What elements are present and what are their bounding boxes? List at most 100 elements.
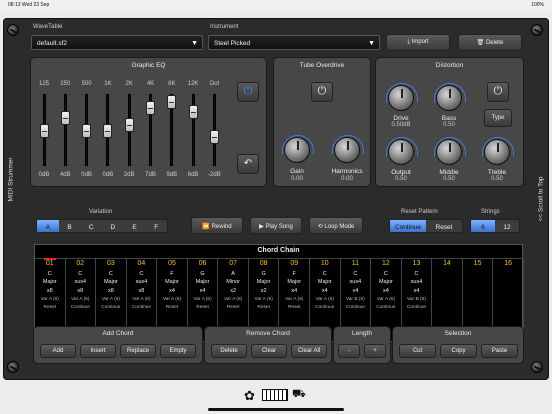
chord-len: x4 (199, 288, 206, 294)
chord-var: Var A (6) (101, 297, 121, 302)
eq-freq-label: 12K (187, 81, 199, 87)
chord-len: x8 (46, 288, 53, 294)
eq-power-button[interactable]: ⏻ (237, 82, 259, 102)
add-chord-title: Add Chord (102, 330, 134, 337)
instrument-select[interactable]: Steel Picked ▼ (208, 35, 380, 50)
chord-mode: Reset (287, 305, 301, 310)
harmonics-knob[interactable] (334, 137, 360, 163)
replace-button[interactable]: Replace (120, 344, 156, 358)
eq-slider-handle[interactable] (39, 124, 49, 138)
reset-pattern-selector[interactable]: Continue Reset (389, 219, 463, 233)
eq-gain-label: 2dB (123, 172, 135, 178)
delete-chord-button[interactable]: Delete (211, 344, 247, 358)
length-increase-button[interactable]: + (364, 344, 386, 358)
middle-value: 0.50 (443, 176, 455, 182)
variation-option[interactable]: D (102, 220, 124, 232)
distortion-power-button[interactable]: ⏻ (487, 82, 509, 102)
scroll-to-top-button[interactable]: << Scroll to Top (538, 162, 545, 221)
chord-num: 07 (229, 260, 237, 267)
empty-button[interactable]: Empty (160, 344, 196, 358)
eq-slider-handle[interactable] (60, 110, 70, 125)
cut-button[interactable]: Cut (399, 344, 436, 358)
drive-knob[interactable] (388, 85, 414, 111)
strings-label: Strings (481, 209, 500, 215)
eq-slider-handle[interactable] (188, 104, 198, 119)
guitar-icon[interactable]: ✿ (244, 388, 255, 404)
eq-gain-label: 6dB (187, 172, 199, 178)
drums-icon[interactable]: ⛟ (292, 388, 306, 402)
chord-root: C (414, 271, 419, 277)
chord-quality: sus4 (74, 279, 87, 285)
chord-len: x4 (291, 288, 298, 294)
eq-slider-handle[interactable] (124, 118, 134, 132)
chord-num: 06 (198, 260, 207, 267)
gain-knob[interactable] (284, 137, 310, 163)
variation-selector[interactable]: ABCDEF (36, 219, 168, 233)
bass-knob[interactable] (436, 85, 462, 111)
strings-option[interactable]: 6 (471, 220, 495, 232)
chord-num: 14 (443, 260, 451, 267)
clear-all-button[interactable]: Clear All (291, 344, 327, 358)
remove-chord-panel: Remove Chord Delete Clear Clear All (205, 327, 331, 363)
selection-title: Selection (444, 330, 472, 337)
variation-option[interactable]: F (145, 220, 167, 232)
reset-pattern-option[interactable]: Continue (390, 220, 426, 232)
variation-option[interactable]: A (37, 220, 59, 232)
chord-chain-title: Chord Chain (257, 247, 300, 254)
eq-slider-handle[interactable] (167, 95, 177, 110)
treble-value: 0.50 (491, 176, 503, 182)
variation-option[interactable]: B (59, 220, 81, 232)
overdrive-power-button[interactable]: ⏻ (311, 82, 333, 102)
wavetable-label: WaveTable (33, 24, 63, 30)
reset-pattern-option[interactable]: Reset (426, 220, 462, 232)
output-knob[interactable] (388, 139, 414, 165)
wavetable-select[interactable]: default.sf2 ▼ (31, 35, 203, 50)
chord-root: G (200, 271, 205, 277)
harmonics-value: 0.00 (341, 176, 353, 182)
eq-slider-handle[interactable] (146, 101, 155, 116)
chord-mode: Reset (196, 305, 209, 310)
eq-slider-handle[interactable] (82, 124, 92, 138)
chord-num: 01 (45, 260, 54, 267)
play-song-button[interactable]: ▶ Play Song (250, 217, 302, 234)
output-label: Output (391, 169, 411, 176)
chevron-down-icon: ▼ (368, 40, 375, 47)
insert-button[interactable]: Insert (80, 344, 116, 358)
copy-button[interactable]: Copy (440, 344, 477, 358)
paste-button[interactable]: Paste (481, 344, 518, 358)
rewind-icon: ⏪ (202, 223, 212, 230)
chord-root: F (292, 271, 296, 277)
rewind-button[interactable]: ⏪ Rewind (191, 217, 243, 234)
eq-freq-label: 4K (146, 81, 155, 87)
loop-mode-button[interactable]: ⟲ Loop Mode (309, 217, 363, 234)
power-icon: ⏻ (493, 85, 503, 97)
variation-option[interactable]: E (124, 220, 146, 232)
clear-button[interactable]: Clear (251, 344, 287, 358)
screw-icon (531, 24, 543, 36)
delete-button[interactable]: 🗑 Delete (458, 34, 522, 51)
piano-icon[interactable] (262, 389, 288, 401)
chord-quality: Major (42, 279, 57, 285)
undo-icon: ↶ (243, 158, 253, 169)
chord-num: 02 (76, 260, 85, 267)
eq-slider-handle[interactable] (209, 130, 219, 144)
chord-var: Var A (6) (315, 297, 334, 302)
eq-gain-label: 7dB (145, 172, 156, 178)
eq-reset-button[interactable]: ↶ (237, 154, 259, 174)
import-button[interactable]: ⤓ Import (386, 34, 450, 51)
variation-option[interactable]: C (80, 220, 102, 232)
chord-var: Var A (6) (132, 297, 151, 302)
strings-selector[interactable]: 6 12 (470, 219, 520, 233)
distortion-type-button[interactable]: Type (484, 109, 512, 127)
middle-knob[interactable] (436, 139, 462, 165)
add-button[interactable]: Add (40, 344, 76, 358)
chord-quality: Minor (226, 279, 240, 285)
strings-option[interactable]: 12 (495, 220, 519, 232)
eq-slider-handle[interactable] (103, 124, 113, 138)
chord-quality: Major (287, 279, 302, 285)
eq-gain-label: -2dB (208, 172, 221, 178)
treble-knob[interactable] (484, 139, 510, 165)
length-decrease-button[interactable]: - (338, 344, 360, 358)
bass-label: Bass (441, 115, 457, 122)
gain-label: Gain (290, 168, 304, 175)
